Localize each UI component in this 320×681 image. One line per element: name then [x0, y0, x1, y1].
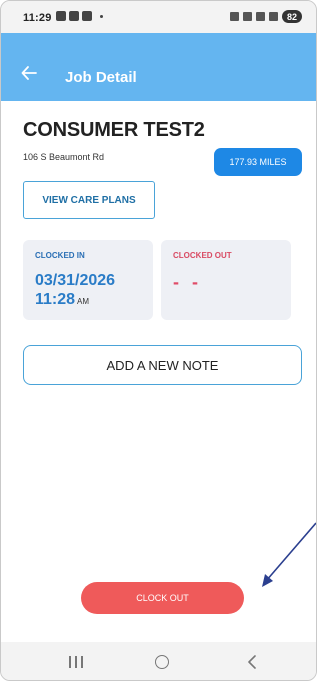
wifi-icon: [256, 12, 265, 21]
distance-button[interactable]: 177.93 MILES: [214, 148, 302, 176]
clocked-out-value: - -: [173, 272, 202, 292]
notification-icon: [56, 11, 66, 21]
clocked-in-time: 11:28: [35, 291, 76, 308]
app-bar: Job Detail: [1, 33, 316, 101]
system-nav-bar: [1, 642, 316, 680]
arrow-left-icon[interactable]: [21, 66, 37, 80]
clock-out-button[interactable]: CLOCK OUT: [81, 582, 244, 614]
clocked-out-label: CLOCKED OUT: [173, 251, 232, 260]
signal-icon: [269, 12, 278, 21]
page-title: Job Detail: [65, 69, 137, 86]
annotation-arrow-icon: [262, 522, 316, 587]
status-icons: 82: [230, 10, 302, 23]
add-note-button[interactable]: ADD A NEW NOTE: [23, 345, 302, 385]
home-icon[interactable]: [155, 655, 169, 669]
clocked-out-card: CLOCKED OUT - -: [161, 240, 291, 320]
mute-icon: [230, 12, 239, 21]
clocked-in-label: CLOCKED IN: [35, 251, 85, 260]
consumer-name: CONSUMER TEST2: [23, 119, 205, 141]
clocked-in-ampm: AM: [77, 297, 90, 306]
phone-frame: 11:29 82 Job Detail CONSUMER TEST2 106 S…: [0, 0, 317, 681]
clocked-in-card: CLOCKED IN 03/31/2026 11:28 AM: [23, 240, 153, 320]
view-care-plans-button[interactable]: VIEW CARE PLANS: [23, 181, 155, 219]
battery-icon: 82: [282, 10, 302, 23]
clocked-in-time-row: 11:28 AM: [35, 291, 89, 309]
back-icon[interactable]: [245, 654, 259, 670]
status-time: 11:29: [23, 12, 52, 24]
notification-icon: [69, 11, 79, 21]
notification-icons: [56, 11, 103, 21]
consumer-address: 106 S Beaumont Rd: [23, 152, 105, 162]
job-detail-content: CONSUMER TEST2 106 S Beaumont Rd 177.93 …: [1, 101, 316, 642]
notification-icon: [82, 11, 92, 21]
clocked-in-date: 03/31/2026: [35, 272, 116, 289]
status-bar: 11:29 82: [1, 1, 316, 33]
recent-apps-icon[interactable]: [69, 656, 83, 668]
more-notifications-icon: [100, 14, 103, 18]
location-icon: [243, 12, 252, 21]
